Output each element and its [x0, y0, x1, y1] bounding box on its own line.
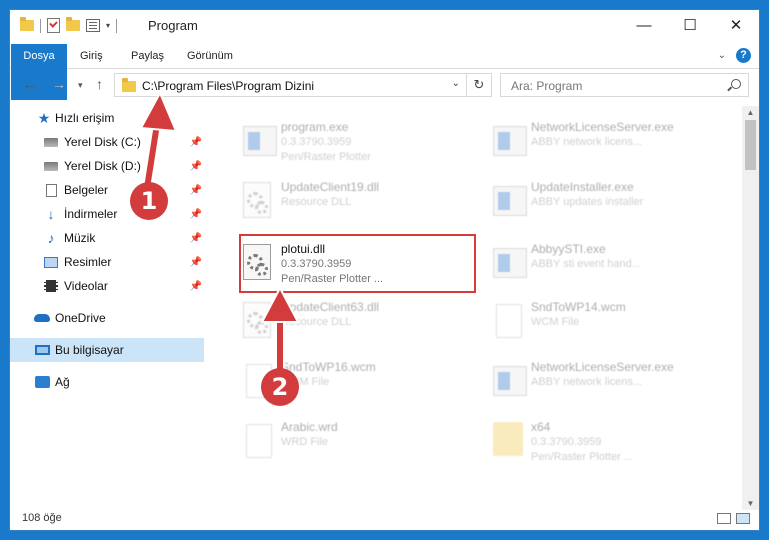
step-2-badge: 2: [261, 368, 299, 406]
annotation-overlay: [139, 90, 300, 377]
annotation-arrow-2: [260, 285, 300, 377]
annotation-arrow-1: [139, 90, 178, 193]
step-1-badge: 1: [130, 182, 168, 220]
